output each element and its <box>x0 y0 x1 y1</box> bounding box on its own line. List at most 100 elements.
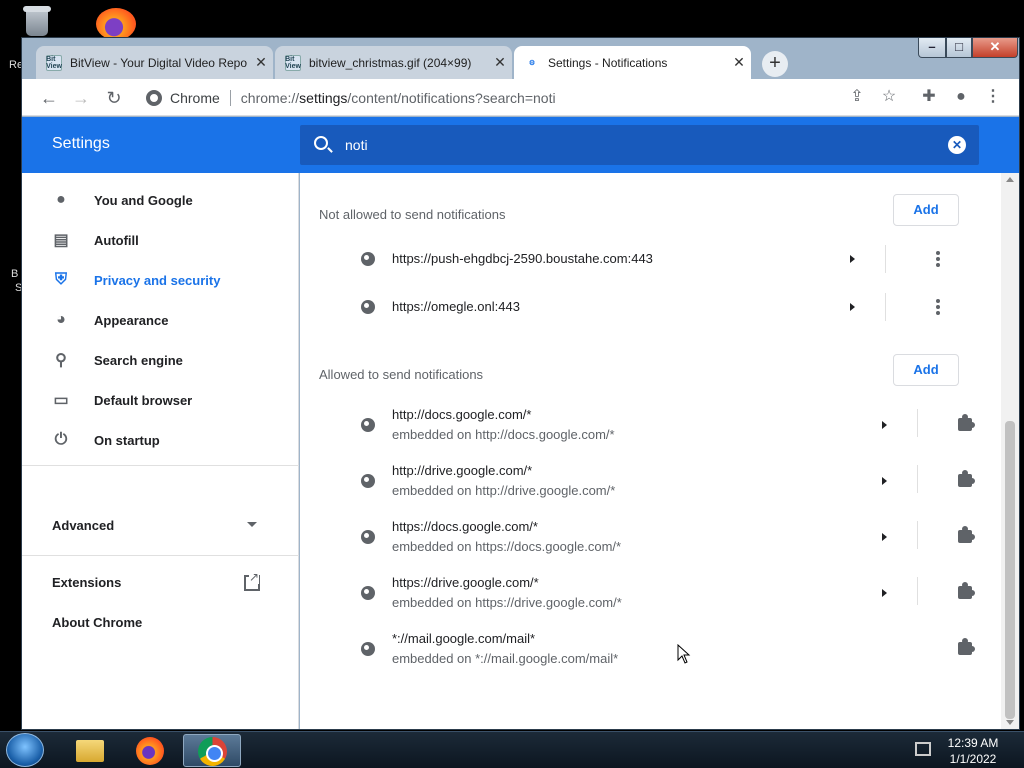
content-scrollbar[interactable] <box>1001 173 1019 729</box>
settings-search-input[interactable]: noti ✕ <box>300 125 979 165</box>
profile-avatar-icon[interactable]: ● <box>949 85 973 109</box>
close-tab-icon[interactable]: ✕ <box>249 54 273 71</box>
arrow-right-icon[interactable] <box>850 255 855 263</box>
allowed-section-label: Allowed to send notifications <box>319 367 484 382</box>
network-icon[interactable] <box>915 742 931 756</box>
sidebar-item-appearance[interactable]: ◕ Appearance <box>22 300 299 340</box>
search-value[interactable]: noti <box>345 137 368 153</box>
tab-bitview[interactable]: Bit View BitView - Your Digital Video Rep… <box>36 46 273 79</box>
sidebar-item-about[interactable]: About Chrome <box>52 615 142 630</box>
add-allowed-button[interactable]: Add <box>893 354 959 386</box>
sidebar-item-privacy[interactable]: ⛨ Privacy and security <box>22 260 299 300</box>
divider <box>917 521 918 549</box>
toolbar: ← → ↻ Chrome chrome://settings/content/n… <box>22 79 1019 116</box>
site-url: https://docs.google.com/* <box>392 519 538 534</box>
taskbar-explorer[interactable] <box>60 734 118 767</box>
clear-search-icon[interactable]: ✕ <box>948 136 966 154</box>
divider <box>917 465 918 493</box>
palette-icon: ◕ <box>56 311 66 328</box>
scroll-up-icon[interactable] <box>1006 177 1014 182</box>
sidebar-item-label: Advanced <box>52 518 115 533</box>
forward-button[interactable]: → <box>68 85 94 111</box>
gear-icon: ⚙ <box>528 59 536 67</box>
share-icon[interactable]: ⇪ <box>845 85 869 109</box>
close-tab-icon[interactable]: ✕ <box>488 54 512 71</box>
extension-puzzle-icon[interactable] <box>956 470 975 489</box>
globe-icon <box>361 252 375 266</box>
sidebar-item-extensions[interactable]: Extensions <box>52 575 121 590</box>
reload-button[interactable]: ↻ <box>101 85 127 111</box>
globe-icon <box>361 300 375 314</box>
sidebar-item-advanced[interactable]: Advanced <box>52 518 272 533</box>
tab-gif[interactable]: Bit View bitview_christmas.gif (204×99) ✕ <box>275 46 512 79</box>
sidebar-item-autofill[interactable]: ▤ Autofill <box>22 220 299 260</box>
chrome-window: – □ ✕ Bit View BitView - Your Digital Vid… <box>21 37 1020 730</box>
url-text[interactable]: chrome://settings/content/notifications?… <box>241 90 556 106</box>
page-title: Settings <box>52 135 110 152</box>
globe-icon <box>361 474 375 488</box>
scroll-thumb[interactable] <box>1005 421 1015 719</box>
sidebar-item-default-browser[interactable]: ▭ Default browser <box>22 380 299 420</box>
blocked-site-row[interactable]: https://omegle.onl:443 <box>300 283 1001 331</box>
arrow-right-icon[interactable] <box>850 303 855 311</box>
more-actions-icon[interactable] <box>936 251 940 267</box>
divider <box>22 465 299 466</box>
globe-icon <box>361 642 375 656</box>
allowed-site-row[interactable]: http://docs.google.com/* embedded on htt… <box>300 395 1001 451</box>
clipboard-icon: ▤ <box>53 232 69 249</box>
search-icon <box>314 136 328 150</box>
allowed-site-row[interactable]: https://drive.google.com/* embedded on h… <box>300 563 1001 619</box>
sidebar-item-label: Appearance <box>94 312 169 328</box>
arrow-right-icon[interactable] <box>882 533 887 541</box>
firefox-desktop-icon[interactable] <box>94 4 140 40</box>
allowed-site-row[interactable]: http://drive.google.com/* embedded on ht… <box>300 451 1001 507</box>
desktop-label: B <box>11 268 19 280</box>
bitview-icon: Bit View <box>46 54 62 71</box>
recycle-bin-icon[interactable] <box>20 6 56 36</box>
sidebar-item-label: You and Google <box>94 192 193 208</box>
chevron-down-icon <box>247 522 257 527</box>
address-bar[interactable]: Chrome chrome://settings/content/notific… <box>134 83 889 113</box>
divider <box>229 90 231 106</box>
taskbar-chrome[interactable] <box>183 734 241 767</box>
sidebar-item-search-engine[interactable]: ⚲ Search engine <box>22 340 299 380</box>
bookmark-star-icon[interactable]: ☆ <box>877 85 901 109</box>
arrow-right-icon[interactable] <box>882 589 887 597</box>
site-chip: Chrome <box>170 90 220 106</box>
minimize-button[interactable]: – <box>918 38 946 58</box>
tab-title: BitView - Your Digital Video Repo <box>70 55 247 70</box>
arrow-right-icon[interactable] <box>882 421 887 429</box>
site-url: https://push-ehgdbcj-2590.boustahe.com:4… <box>392 251 653 266</box>
extension-puzzle-icon[interactable] <box>956 582 975 601</box>
maximize-button[interactable]: □ <box>946 38 972 58</box>
extension-puzzle-icon[interactable] <box>956 638 975 657</box>
tab-title: Settings - Notifications <box>548 55 668 70</box>
add-blocked-button[interactable]: Add <box>893 194 959 226</box>
allowed-site-row[interactable]: https://docs.google.com/* embedded on ht… <box>300 507 1001 563</box>
extension-puzzle-icon[interactable] <box>956 526 975 545</box>
extensions-icon[interactable]: ✚ <box>917 85 941 109</box>
taskbar-firefox[interactable] <box>121 734 179 767</box>
close-tab-icon[interactable]: ✕ <box>727 54 751 71</box>
extension-puzzle-icon[interactable] <box>956 414 975 433</box>
sidebar-item-you-and-google[interactable]: ● You and Google <box>22 180 299 220</box>
sidebar-item-label: Privacy and security <box>94 272 221 288</box>
blocked-site-row[interactable]: https://push-ehgdbcj-2590.boustahe.com:4… <box>300 235 1001 283</box>
close-window-button[interactable]: ✕ <box>972 38 1018 58</box>
start-button[interactable] <box>6 733 44 767</box>
power-icon: ⏻ <box>54 431 68 448</box>
menu-icon[interactable]: ⋮ <box>981 85 1005 109</box>
allowed-site-row[interactable]: *://mail.google.com/mail* embedded on *:… <box>300 619 1001 675</box>
new-tab-button[interactable]: + <box>762 51 788 77</box>
arrow-right-icon[interactable] <box>882 477 887 485</box>
more-actions-icon[interactable] <box>936 299 940 315</box>
site-url: https://drive.google.com/* <box>392 575 539 590</box>
tab-settings[interactable]: ⚙ Settings - Notifications ✕ <box>514 46 751 79</box>
scroll-down-icon[interactable] <box>1006 720 1014 725</box>
sidebar-item-on-startup[interactable]: ⏻ On startup <box>22 420 299 460</box>
clock-time: 12:39 AM <box>947 736 999 750</box>
system-clock[interactable]: 12:39 AM 1/1/2022 <box>940 735 1006 767</box>
back-button[interactable]: ← <box>36 85 62 111</box>
firefox-icon <box>136 737 164 765</box>
external-link-icon[interactable] <box>244 570 260 591</box>
